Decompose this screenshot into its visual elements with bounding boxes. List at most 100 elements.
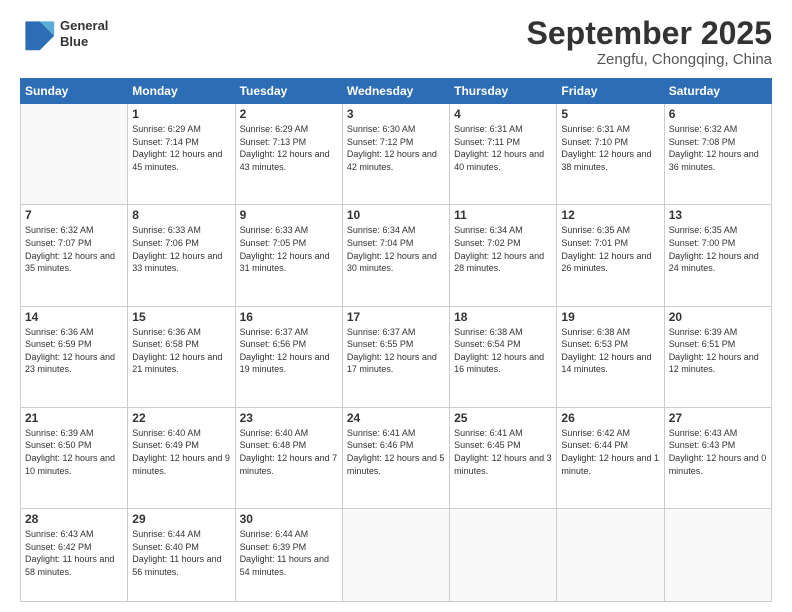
calendar-cell: 5 Sunrise: 6:31 AM Sunset: 7:10 PM Daylig… bbox=[557, 104, 664, 205]
logo-line2: Blue bbox=[60, 34, 108, 50]
calendar-cell: 6Sunrise: 6:32 AM Sunset: 7:08 PM Daylig… bbox=[664, 104, 771, 205]
day-info: Sunrise: 6:32 AM Sunset: 7:08 PM Dayligh… bbox=[669, 123, 767, 173]
day-number: 21 bbox=[25, 411, 123, 425]
day-info: Sunrise: 6:34 AM Sunset: 7:04 PM Dayligh… bbox=[347, 224, 445, 274]
day-info: Sunrise: 6:41 AM Sunset: 6:46 PM Dayligh… bbox=[347, 427, 445, 477]
calendar-cell: 25Sunrise: 6:41 AM Sunset: 6:45 PM Dayli… bbox=[450, 407, 557, 508]
calendar-cell: 26 Sunrise: 6:42 AM Sunset: 6:44 PM Dayli… bbox=[557, 407, 664, 508]
calendar-cell bbox=[342, 509, 449, 602]
day-number: 2 bbox=[240, 107, 338, 121]
page: General Blue September 2025 Zengfu, Chon… bbox=[0, 0, 792, 612]
day-header-wednesday: Wednesday bbox=[342, 79, 449, 104]
day-info: Sunrise: 6:39 AM Sunset: 6:51 PM Dayligh… bbox=[669, 326, 767, 376]
calendar-cell: 29 Sunrise: 6:44 AM Sunset: 6:40 PM Dayli… bbox=[128, 509, 235, 602]
logo-icon bbox=[20, 16, 56, 52]
day-number: 5 bbox=[561, 107, 659, 121]
day-number: 12 bbox=[561, 208, 659, 222]
day-info: Sunrise: 6:44 AM Sunset: 6:39 PM Dayligh… bbox=[240, 528, 338, 578]
day-info: Sunrise: 6:34 AM Sunset: 7:02 PM Dayligh… bbox=[454, 224, 552, 274]
calendar-header-row: SundayMondayTuesdayWednesdayThursdayFrid… bbox=[21, 79, 772, 104]
day-number: 16 bbox=[240, 310, 338, 324]
day-info: Sunrise: 6:44 AM Sunset: 6:40 PM Dayligh… bbox=[132, 528, 230, 578]
calendar-cell: 8 Sunrise: 6:33 AM Sunset: 7:06 PM Daylig… bbox=[128, 205, 235, 306]
day-info: Sunrise: 6:40 AM Sunset: 6:48 PM Dayligh… bbox=[240, 427, 338, 477]
day-info: Sunrise: 6:32 AM Sunset: 7:07 PM Dayligh… bbox=[25, 224, 123, 274]
calendar-cell: 28 Sunrise: 6:43 AM Sunset: 6:42 PM Dayli… bbox=[21, 509, 128, 602]
calendar-table: SundayMondayTuesdayWednesdayThursdayFrid… bbox=[20, 78, 772, 602]
day-info: Sunrise: 6:38 AM Sunset: 6:54 PM Dayligh… bbox=[454, 326, 552, 376]
day-header-monday: Monday bbox=[128, 79, 235, 104]
title-block: September 2025 Zengfu, Chongqing, China bbox=[527, 16, 772, 68]
calendar-cell: 24 Sunrise: 6:41 AM Sunset: 6:46 PM Dayli… bbox=[342, 407, 449, 508]
calendar-cell: 9 Sunrise: 6:33 AM Sunset: 7:05 PM Daylig… bbox=[235, 205, 342, 306]
day-number: 13 bbox=[669, 208, 767, 222]
day-info: Sunrise: 6:41 AM Sunset: 6:45 PM Dayligh… bbox=[454, 427, 552, 477]
day-number: 4 bbox=[454, 107, 552, 121]
day-info: Sunrise: 6:33 AM Sunset: 7:06 PM Dayligh… bbox=[132, 224, 230, 274]
calendar-week-row: 28 Sunrise: 6:43 AM Sunset: 6:42 PM Dayli… bbox=[21, 509, 772, 602]
calendar-cell: 17 Sunrise: 6:37 AM Sunset: 6:55 PM Dayli… bbox=[342, 306, 449, 407]
day-number: 1 bbox=[132, 107, 230, 121]
day-number: 30 bbox=[240, 512, 338, 526]
day-number: 14 bbox=[25, 310, 123, 324]
day-info: Sunrise: 6:31 AM Sunset: 7:10 PM Dayligh… bbox=[561, 123, 659, 173]
calendar-cell: 1Sunrise: 6:29 AM Sunset: 7:14 PM Daylig… bbox=[128, 104, 235, 205]
day-number: 9 bbox=[240, 208, 338, 222]
day-number: 7 bbox=[25, 208, 123, 222]
calendar-cell: 15 Sunrise: 6:36 AM Sunset: 6:58 PM Dayli… bbox=[128, 306, 235, 407]
day-info: Sunrise: 6:33 AM Sunset: 7:05 PM Dayligh… bbox=[240, 224, 338, 274]
day-number: 8 bbox=[132, 208, 230, 222]
calendar-cell: 11Sunrise: 6:34 AM Sunset: 7:02 PM Dayli… bbox=[450, 205, 557, 306]
day-number: 10 bbox=[347, 208, 445, 222]
logo: General Blue bbox=[20, 16, 108, 52]
calendar-cell: 22 Sunrise: 6:40 AM Sunset: 6:49 PM Dayli… bbox=[128, 407, 235, 508]
calendar-cell: 7 Sunrise: 6:32 AM Sunset: 7:07 PM Daylig… bbox=[21, 205, 128, 306]
calendar-week-row: 14 Sunrise: 6:36 AM Sunset: 6:59 PM Dayli… bbox=[21, 306, 772, 407]
calendar-cell: 20 Sunrise: 6:39 AM Sunset: 6:51 PM Dayli… bbox=[664, 306, 771, 407]
day-info: Sunrise: 6:37 AM Sunset: 6:55 PM Dayligh… bbox=[347, 326, 445, 376]
day-info: Sunrise: 6:40 AM Sunset: 6:49 PM Dayligh… bbox=[132, 427, 230, 477]
location: Zengfu, Chongqing, China bbox=[527, 51, 772, 68]
day-number: 19 bbox=[561, 310, 659, 324]
day-info: Sunrise: 6:31 AM Sunset: 7:11 PM Dayligh… bbox=[454, 123, 552, 173]
header: General Blue September 2025 Zengfu, Chon… bbox=[20, 16, 772, 68]
calendar-cell: 12 Sunrise: 6:35 AM Sunset: 7:01 PM Dayli… bbox=[557, 205, 664, 306]
calendar-cell bbox=[664, 509, 771, 602]
day-number: 24 bbox=[347, 411, 445, 425]
calendar-cell: 13 Sunrise: 6:35 AM Sunset: 7:00 PM Dayli… bbox=[664, 205, 771, 306]
day-info: Sunrise: 6:36 AM Sunset: 6:58 PM Dayligh… bbox=[132, 326, 230, 376]
day-info: Sunrise: 6:39 AM Sunset: 6:50 PM Dayligh… bbox=[25, 427, 123, 477]
day-info: Sunrise: 6:35 AM Sunset: 7:00 PM Dayligh… bbox=[669, 224, 767, 274]
day-number: 23 bbox=[240, 411, 338, 425]
logo-text: General Blue bbox=[60, 18, 108, 49]
calendar-week-row: 1Sunrise: 6:29 AM Sunset: 7:14 PM Daylig… bbox=[21, 104, 772, 205]
calendar-cell: 30 Sunrise: 6:44 AM Sunset: 6:39 PM Dayli… bbox=[235, 509, 342, 602]
calendar-cell: 23 Sunrise: 6:40 AM Sunset: 6:48 PM Dayli… bbox=[235, 407, 342, 508]
day-info: Sunrise: 6:30 AM Sunset: 7:12 PM Dayligh… bbox=[347, 123, 445, 173]
day-number: 26 bbox=[561, 411, 659, 425]
calendar-cell: 21 Sunrise: 6:39 AM Sunset: 6:50 PM Dayli… bbox=[21, 407, 128, 508]
day-info: Sunrise: 6:35 AM Sunset: 7:01 PM Dayligh… bbox=[561, 224, 659, 274]
day-info: Sunrise: 6:43 AM Sunset: 6:43 PM Dayligh… bbox=[669, 427, 767, 477]
logo-line1: General bbox=[60, 18, 108, 34]
day-number: 15 bbox=[132, 310, 230, 324]
day-number: 28 bbox=[25, 512, 123, 526]
calendar-cell bbox=[450, 509, 557, 602]
day-number: 29 bbox=[132, 512, 230, 526]
calendar-cell: 3 Sunrise: 6:30 AM Sunset: 7:12 PM Daylig… bbox=[342, 104, 449, 205]
day-info: Sunrise: 6:29 AM Sunset: 7:13 PM Dayligh… bbox=[240, 123, 338, 173]
day-info: Sunrise: 6:43 AM Sunset: 6:42 PM Dayligh… bbox=[25, 528, 123, 578]
day-number: 18 bbox=[454, 310, 552, 324]
calendar-cell bbox=[21, 104, 128, 205]
day-number: 17 bbox=[347, 310, 445, 324]
calendar-cell: 19Sunrise: 6:38 AM Sunset: 6:53 PM Dayli… bbox=[557, 306, 664, 407]
day-info: Sunrise: 6:42 AM Sunset: 6:44 PM Dayligh… bbox=[561, 427, 659, 477]
day-number: 3 bbox=[347, 107, 445, 121]
day-number: 22 bbox=[132, 411, 230, 425]
day-number: 20 bbox=[669, 310, 767, 324]
day-header-tuesday: Tuesday bbox=[235, 79, 342, 104]
day-info: Sunrise: 6:37 AM Sunset: 6:56 PM Dayligh… bbox=[240, 326, 338, 376]
day-info: Sunrise: 6:36 AM Sunset: 6:59 PM Dayligh… bbox=[25, 326, 123, 376]
calendar-cell: 2 Sunrise: 6:29 AM Sunset: 7:13 PM Daylig… bbox=[235, 104, 342, 205]
calendar-week-row: 7 Sunrise: 6:32 AM Sunset: 7:07 PM Daylig… bbox=[21, 205, 772, 306]
